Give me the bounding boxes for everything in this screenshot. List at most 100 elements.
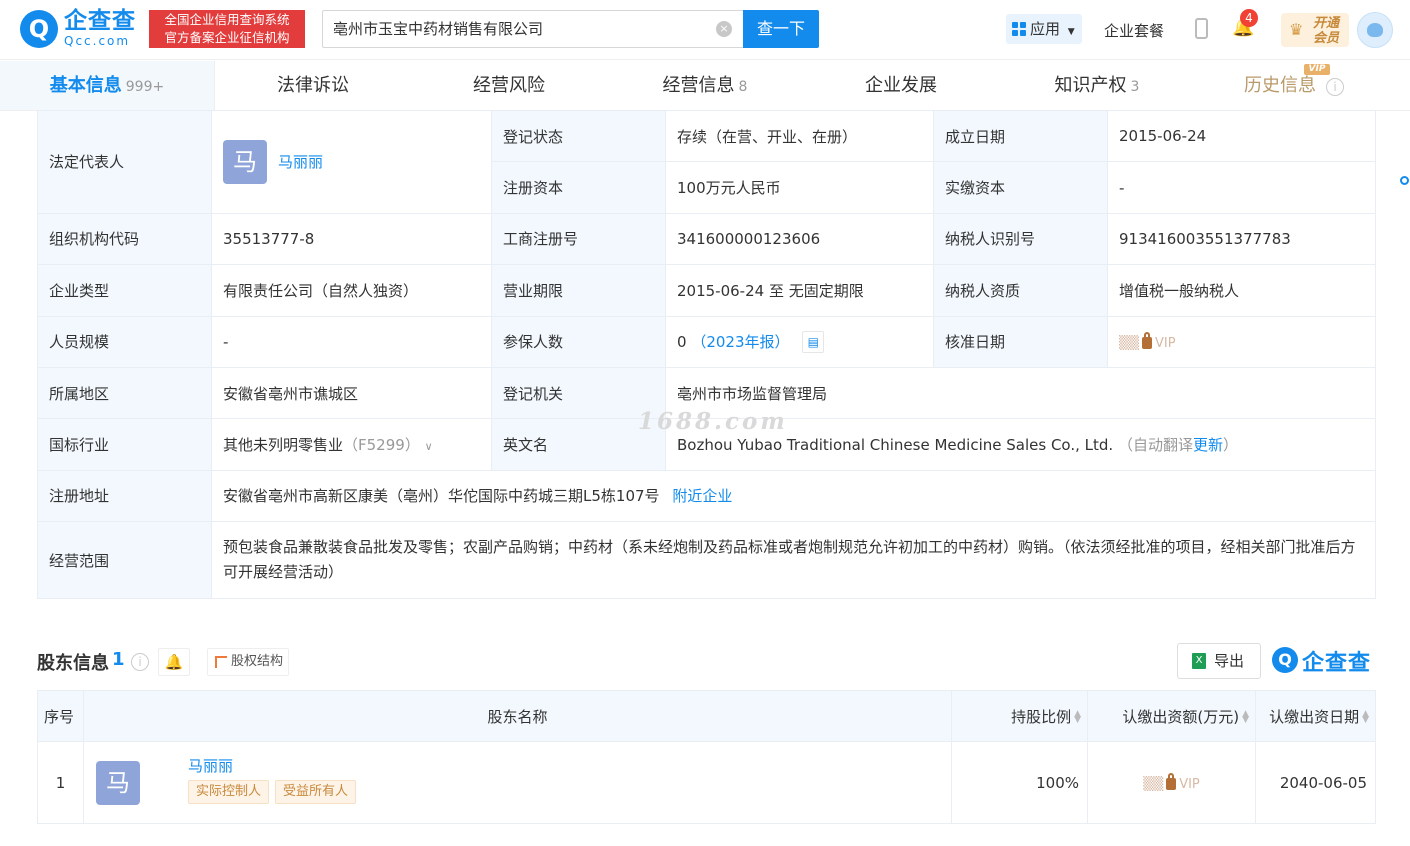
- approve-date-label: 核准日期: [933, 315, 1108, 368]
- reg-status-value: 存续（在营、开业、在册）: [665, 109, 934, 163]
- table-header-row: 序号 股东名称 持股比例 ▲ ▼ 认缴出资额(万元) ▲ ▼ 认缴出资日期 ▲ ▼: [37, 690, 1376, 742]
- vip-line2: 会员: [1313, 31, 1340, 46]
- staff-size-label: 人员规模: [37, 315, 212, 368]
- insured-cell: 0 （2023年报） ▤: [665, 315, 934, 368]
- qcc-brand[interactable]: 企查查 Qcc.com: [64, 8, 144, 52]
- auto-translate-note: （自动翻译: [1117, 436, 1193, 455]
- industry-code: （F5299）: [343, 436, 420, 455]
- sort-icon: ▲ ▼: [1074, 709, 1081, 725]
- apps-menu-button[interactable]: 应用 ▼: [1006, 14, 1082, 44]
- legal-rep-link[interactable]: 马丽丽: [278, 153, 323, 171]
- tab-business-risk[interactable]: 经营风险: [411, 61, 607, 110]
- industry-value: 其他未列明零售业: [223, 436, 344, 455]
- export-label: 导出: [1214, 652, 1245, 670]
- tag-beneficial-owner[interactable]: 受益所有人: [275, 780, 357, 804]
- slogan-badge: 全国企业信用查询系统 官方备案企业征信机构: [149, 10, 305, 48]
- search-input[interactable]: 亳州市玉宝中药材销售有限公司: [322, 10, 744, 48]
- taxpayer-id-value: 913416003551377783: [1107, 212, 1376, 266]
- slogan-line1: 全国企业信用查询系统: [164, 12, 290, 27]
- qcc-logo-icon: Q: [1272, 647, 1298, 673]
- close-paren: ）: [1222, 436, 1238, 455]
- legal-rep-cell: 马马丽丽: [211, 110, 492, 214]
- insured-value: 0: [677, 332, 687, 351]
- update-link[interactable]: 更新: [1193, 436, 1223, 454]
- export-button[interactable]: X 导出: [1177, 643, 1261, 679]
- found-date-value: 2015-06-24: [1107, 109, 1376, 163]
- tab-legal-litigation[interactable]: 法律诉讼: [215, 61, 411, 110]
- nearby-companies-link[interactable]: 附近企业: [672, 487, 732, 505]
- mobile-app-icon[interactable]: [1195, 18, 1208, 39]
- vip-tag: VIP: [1304, 64, 1330, 75]
- equity-structure-label: 股权结构: [231, 654, 284, 669]
- monitor-bell-icon[interactable]: 🔔: [158, 648, 190, 676]
- tab-label: 企业发展: [865, 75, 937, 96]
- qcc-brand-text: 企查查: [1302, 651, 1372, 676]
- brand-domain: Qcc.com: [64, 34, 131, 48]
- lock-icon: [1166, 773, 1177, 790]
- approve-date-locked[interactable]: ▒▒ VIP: [1119, 332, 1176, 351]
- reg-capital-value: 100万元人民币: [665, 161, 934, 214]
- col-ratio[interactable]: 持股比例 ▲ ▼: [951, 690, 1088, 742]
- scroll-anchor-dot[interactable]: [1400, 176, 1409, 185]
- basic-info-table: 法定代表人 马马丽丽 登记状态 存续（在营、开业、在册） 成立日期 2015-0…: [37, 109, 1376, 600]
- shareholder-cell: 马 马丽丽 实际控制人 受益所有人: [83, 741, 952, 824]
- col-date-label: 认缴出资日期: [1269, 707, 1360, 726]
- info-icon[interactable]: i: [1326, 78, 1344, 96]
- tag-actual-controller[interactable]: 实际控制人: [188, 780, 270, 804]
- col-amount[interactable]: 认缴出资额(万元) ▲ ▼: [1087, 690, 1256, 742]
- org-code-label: 组织机构代码: [37, 212, 212, 266]
- qcc-logo-icon[interactable]: Q: [20, 10, 58, 48]
- date-value: 2040-06-05: [1255, 741, 1376, 824]
- search-button[interactable]: 查一下: [743, 10, 819, 48]
- taxpayer-id-label: 纳税人识别号: [933, 212, 1108, 266]
- taxpayer-qual-label: 纳税人资质: [933, 264, 1108, 317]
- address-cell: 安徽省亳州市高新区康美（亳州）华佗国际中药城三期L5栋107号 附近企业: [211, 469, 1376, 523]
- tab-label: 历史信息: [1244, 75, 1316, 96]
- shareholder-name-link[interactable]: 马丽丽: [188, 755, 943, 776]
- paid-capital-value: -: [1107, 161, 1376, 214]
- tab-label: 经营信息: [662, 75, 735, 96]
- slogan-line2: 官方备案企业征信机构: [164, 30, 290, 45]
- tab-count: 8: [738, 79, 748, 95]
- industry-label: 国标行业: [37, 418, 212, 471]
- english-name-value: Bozhou Yubao Traditional Chinese Medicin…: [677, 436, 1114, 455]
- clear-search-icon[interactable]: ×: [716, 21, 732, 37]
- tab-intellectual-property[interactable]: 知识产权 3: [999, 61, 1195, 110]
- taxpayer-qual-value: 增值税一般纳税人: [1107, 264, 1376, 317]
- industry-cell[interactable]: 其他未列明零售业（F5299） ∨: [211, 418, 492, 471]
- avatar[interactable]: 马: [223, 139, 267, 184]
- equity-structure-button[interactable]: 股权结构: [207, 648, 289, 676]
- avatar[interactable]: 马: [96, 761, 140, 805]
- tab-basic-info[interactable]: 基本信息 999+: [0, 61, 215, 110]
- tab-development[interactable]: 企业发展: [803, 61, 999, 110]
- biz-reg-no-label: 工商注册号: [491, 212, 666, 266]
- chevron-down-icon[interactable]: ∨: [425, 440, 433, 453]
- table-row: 1 马 马丽丽 实际控制人 受益所有人 100% ▒▒ VIP 2040-06-05: [37, 741, 1376, 824]
- amount-locked[interactable]: ▒▒ VIP: [1143, 773, 1200, 792]
- shareholder-count: 1: [112, 649, 125, 670]
- sort-icon: ▲ ▼: [1362, 709, 1369, 725]
- info-icon[interactable]: i: [131, 653, 149, 671]
- chart-icon[interactable]: ▤: [802, 331, 825, 353]
- tab-label: 基本信息: [49, 75, 122, 96]
- col-amount-label: 认缴出资额(万元): [1122, 707, 1240, 726]
- paid-capital-label: 实缴资本: [933, 161, 1108, 214]
- sort-icon: ▲ ▼: [1242, 709, 1249, 725]
- excel-icon: X: [1192, 653, 1206, 669]
- enterprise-suite-link[interactable]: 企业套餐: [1104, 20, 1164, 41]
- user-avatar[interactable]: [1357, 12, 1393, 48]
- org-code-value: 35513777-8: [211, 212, 492, 266]
- col-date[interactable]: 认缴出资日期 ▲ ▼: [1255, 690, 1376, 742]
- tab-count: 999+: [125, 79, 165, 95]
- chevron-down-icon: ▼: [1067, 27, 1075, 37]
- insured-year-link[interactable]: （2023年报）: [691, 333, 789, 351]
- top-header: Q 企查查 Qcc.com 全国企业信用查询系统 官方备案企业征信机构 亳州市玉…: [0, 0, 1410, 60]
- tab-business-info[interactable]: 经营信息 8: [607, 61, 803, 110]
- open-vip-button[interactable]: ♛ 开通 会员: [1281, 13, 1349, 47]
- tab-label: 法律诉讼: [277, 75, 349, 96]
- company-type-label: 企业类型: [37, 264, 212, 317]
- region-value: 安徽省亳州市谯城区: [211, 366, 492, 420]
- row-index: 1: [37, 741, 84, 824]
- vip-lock-label: VIP: [1179, 776, 1200, 792]
- col-name: 股东名称: [83, 690, 952, 742]
